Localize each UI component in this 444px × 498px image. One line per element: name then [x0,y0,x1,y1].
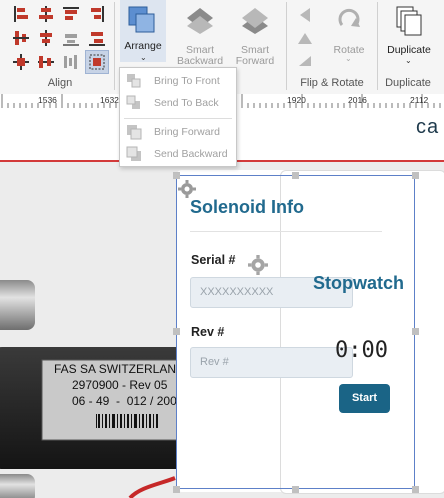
bring-forward-icon [127,125,142,140]
ruler-number: 2112 [410,95,429,105]
align-center-icon[interactable] [37,5,55,23]
brand-logo-text: ca [416,116,440,138]
menu-item-label: Bring Forward [154,126,220,138]
menu-item-send-backward[interactable]: Send Backward [120,143,236,165]
menu-item-send-to-back[interactable]: Send To Back [120,92,236,114]
arrange-button[interactable]: Arrange ⌄ [120,0,166,62]
duplicate-icon[interactable] [394,4,424,38]
align-bottom-icon[interactable] [62,29,80,47]
align-left-icon[interactable] [12,5,30,23]
chevron-down-icon: ⌄ [140,53,147,62]
menu-item-bring-forward[interactable]: Bring Forward [120,121,236,143]
ruler-number: 2016 [348,95,367,105]
group-separator [286,2,287,90]
rotate-icon[interactable] [334,5,364,35]
menu-item-bring-to-front[interactable]: Bring To Front [120,70,236,92]
space-evenly-icon[interactable] [62,53,80,71]
resize-handle[interactable] [292,486,299,493]
arrange-dropdown-menu: Bring To Front Send To Back Bring Forwar… [119,67,237,167]
bring-to-front-icon [127,74,141,88]
smart-forward-label: Smart Forward [235,44,275,67]
align-middle-icon[interactable] [12,29,30,47]
resize-handle[interactable] [173,328,180,335]
group-separator [114,2,115,90]
menu-item-label: Send To Back [154,97,219,109]
arrange-icon [128,6,155,33]
align-top-icon[interactable] [62,5,80,23]
flip-diagonal-icon[interactable] [296,52,314,70]
selection-frame[interactable] [176,175,415,489]
duplicate-group-label: Duplicate [385,77,431,89]
align-group-label: Align [47,77,73,89]
distribute-vertical-icon[interactable] [37,53,55,71]
chevron-down-icon: ⌄ [345,54,352,63]
send-to-back-icon [126,95,140,109]
distribute-horizontal-icon[interactable] [37,29,55,47]
align-right-icon[interactable] [88,5,106,23]
selected-align-tool[interactable] [85,50,109,74]
menu-divider [124,118,232,119]
duplicate-label[interactable]: Duplicate [380,45,438,56]
resize-handle[interactable] [292,172,299,179]
device-label-line3: 06 - 49 - 012 / 200 [72,394,177,408]
center-both-icon[interactable] [12,53,30,71]
flip-up-icon[interactable] [296,30,314,48]
chevron-down-icon: ⌄ [405,56,412,65]
resize-handle[interactable] [173,486,180,493]
device-label-line1: FAS SA SWITZERLAN [54,362,177,376]
resize-handle[interactable] [412,486,419,493]
menu-item-label: Bring To Front [154,75,220,87]
align-bottom-right-icon[interactable] [88,29,106,47]
resize-handle[interactable] [412,328,419,335]
flip-rotate-group-label: Flip & Rotate [300,77,364,89]
group-align-icon [89,54,105,70]
flip-left-icon[interactable] [296,6,314,24]
solenoid-device-image [0,280,200,498]
ruler-number: 1920 [287,95,306,105]
send-backward-icon [126,146,141,161]
resize-handle[interactable] [412,172,419,179]
menu-item-label: Send Backward [154,148,228,160]
smart-backward-icon[interactable] [185,6,215,36]
ruler-number: 1536 [38,95,57,105]
smart-forward-icon[interactable] [240,6,270,36]
arrange-label: Arrange [124,40,162,52]
smart-backward-label: Smart Backward [176,44,224,67]
resize-handle[interactable] [173,172,180,179]
device-label-line2: 2970900 - Rev 05 [72,378,168,392]
ruler-number: 1632 [100,95,119,105]
